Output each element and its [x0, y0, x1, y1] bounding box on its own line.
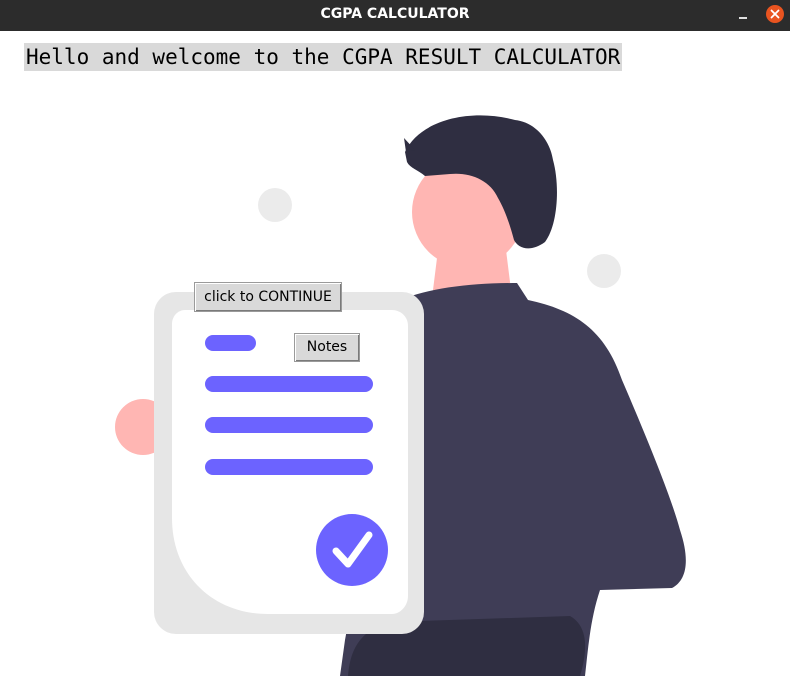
person-with-clipboard-illustration: [115, 115, 686, 676]
title-bar: CGPA CALCULATOR: [0, 0, 790, 31]
welcome-label: Hello and welcome to the CGPA RESULT CAL…: [24, 43, 623, 71]
short-line: [205, 335, 256, 351]
text-line: [205, 459, 373, 475]
checkmark-icon: [316, 514, 388, 586]
text-line: [205, 417, 373, 433]
notes-button[interactable]: Notes: [294, 333, 360, 362]
app-window: CGPA CALCULATOR Hello and welcome to the…: [0, 0, 790, 676]
close-icon: [770, 9, 780, 19]
minimize-button[interactable]: [733, 6, 753, 26]
decorative-circle: [258, 188, 292, 222]
continue-button[interactable]: click to CONTINUE: [194, 282, 342, 312]
window-title: CGPA CALCULATOR: [320, 6, 470, 22]
decorative-circle: [587, 254, 621, 288]
minimize-icon: [739, 17, 747, 19]
text-line: [205, 376, 373, 392]
close-button[interactable]: [766, 5, 784, 23]
